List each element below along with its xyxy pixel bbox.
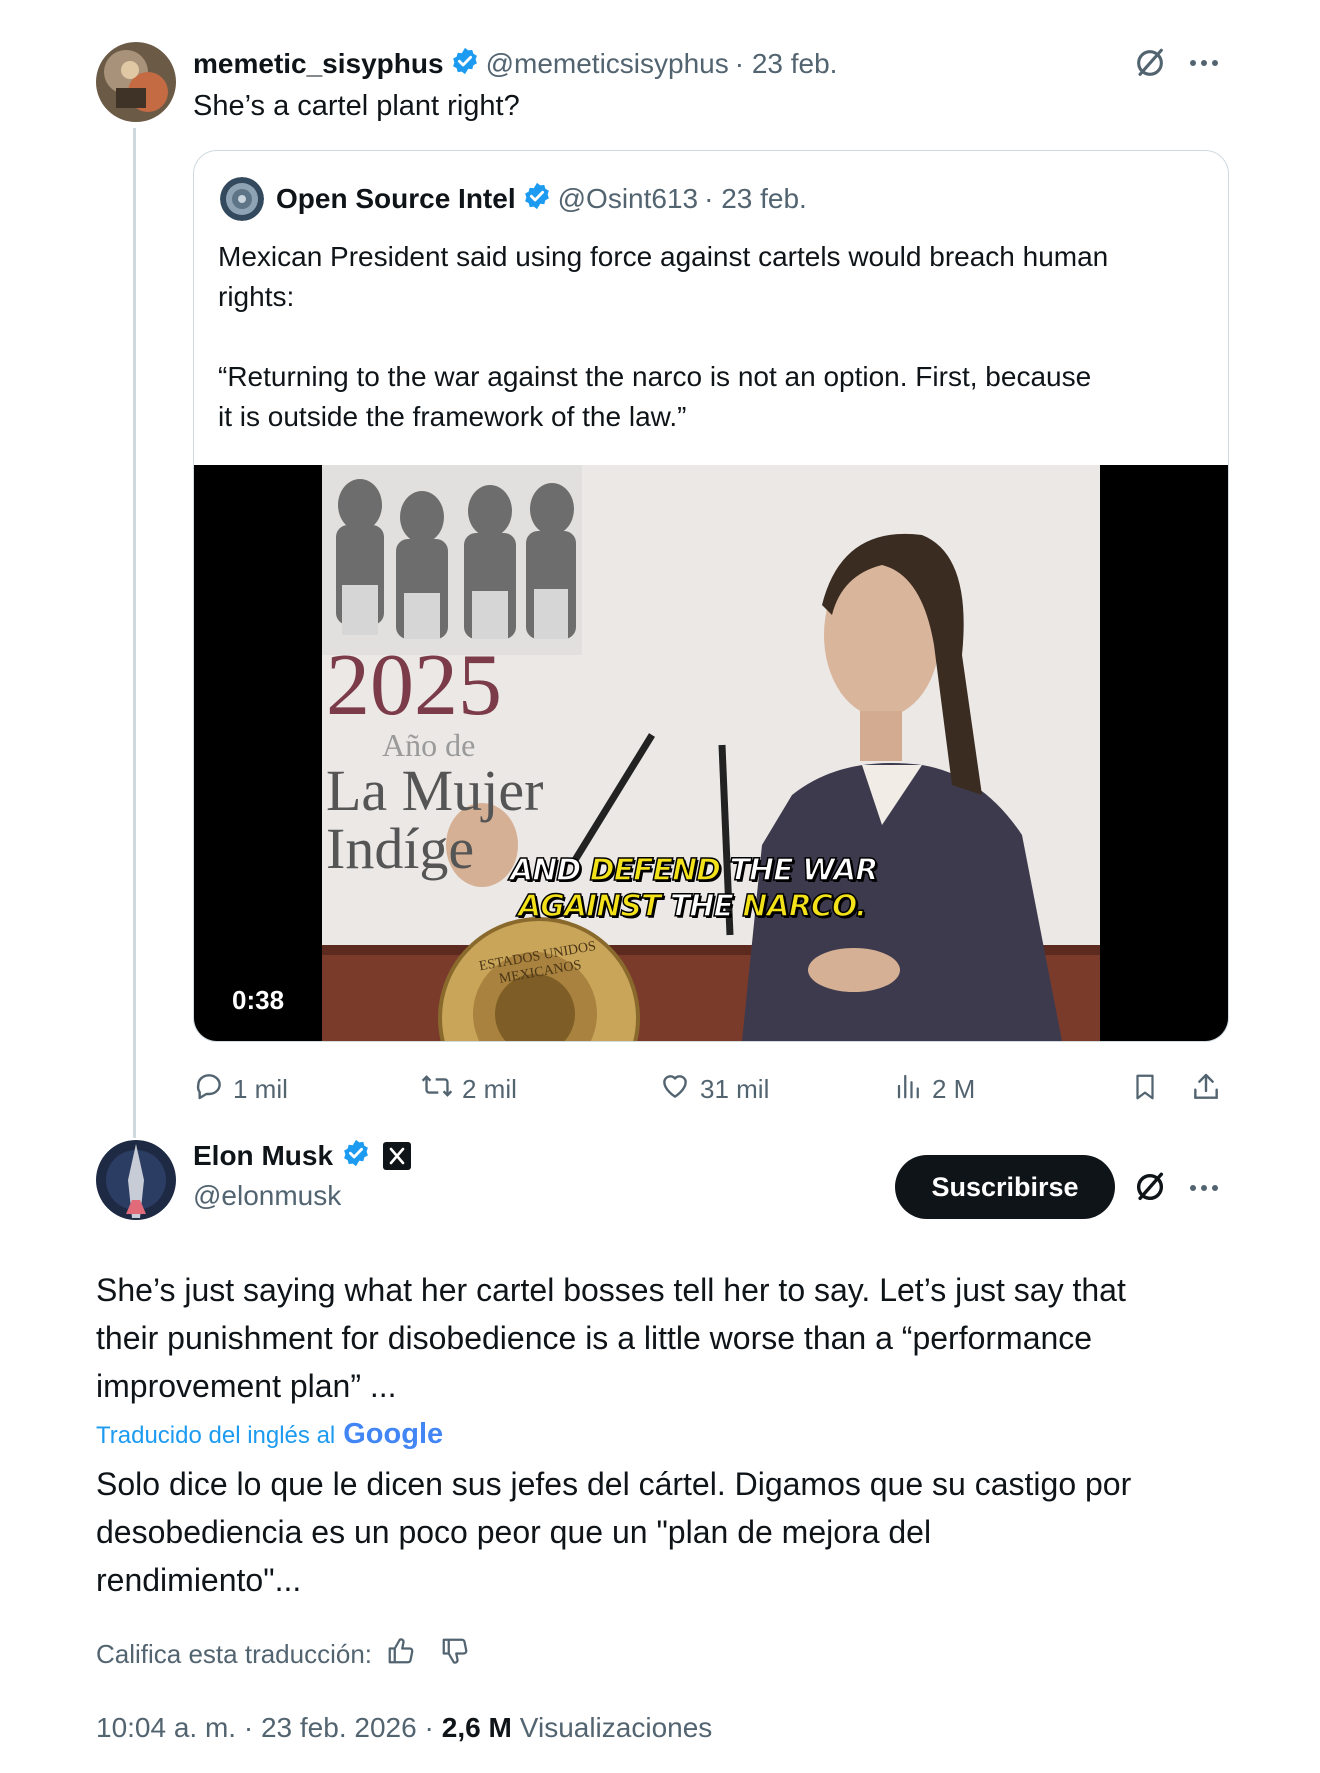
tweet1-text: She’s a cartel plant right? — [193, 90, 520, 122]
tweet2-views-count: 2,6 M — [441, 1712, 512, 1743]
reply-button[interactable]: 1 mil — [193, 1070, 288, 1109]
tweet2-text-line: She’s just saying what her cartel bosses… — [96, 1272, 1126, 1308]
bookmark-icon[interactable] — [1130, 1071, 1160, 1108]
grok-icon[interactable] — [1133, 1170, 1167, 1209]
rate-translation-label: Califica esta traducción: — [96, 1639, 373, 1669]
verified-badge-icon — [341, 1138, 371, 1175]
avatar-memetic-sisyphus[interactable] — [96, 42, 176, 122]
quote-display-name[interactable]: Open Source Intel — [276, 183, 516, 215]
podium-seal: ESTADOS UNIDOS MEXICANOS — [438, 917, 640, 1041]
translated-label: Traducido del inglés al — [96, 1422, 336, 1449]
quoted-tweet-card[interactable]: Open Source Intel @Osint613 · 23 feb. Me… — [193, 150, 1229, 1042]
repost-count: 2 mil — [462, 1074, 517, 1104]
grok-icon[interactable] — [1133, 46, 1167, 85]
views-button[interactable]: 2 M — [894, 1070, 975, 1109]
quote-text-line: Mexican President said using force again… — [218, 241, 1109, 272]
reply-icon — [193, 1070, 225, 1109]
google-logo: Google — [343, 1418, 444, 1450]
reply-count: 1 mil — [233, 1074, 288, 1104]
tweet1-handle[interactable]: @memeticsisyphus — [486, 48, 729, 80]
tweet2-handle[interactable]: @elonmusk — [193, 1180, 341, 1212]
quote-text-line: rights: — [218, 281, 295, 312]
subscribe-button[interactable]: Suscribirse — [895, 1155, 1115, 1219]
backdrop-line3: Indíge — [326, 816, 475, 881]
tweet2-meta: 10:04 a. m. · 23 feb. 2026 · 2,6 M Visua… — [96, 1712, 712, 1744]
translation-text: Solo dice lo que le dicen sus jefes del … — [96, 1460, 1246, 1604]
quote-text-line: it is outside the framework of the law.” — [218, 401, 687, 432]
tweet2-header: Elon Musk — [193, 1136, 412, 1176]
like-icon — [658, 1070, 692, 1109]
thread-line — [133, 128, 136, 1138]
verified-badge-icon — [522, 181, 552, 218]
video-duration: 0:38 — [232, 985, 285, 1015]
views-count: 2 M — [932, 1074, 976, 1104]
video-subtitle-line2: AGAINST THE NARCO. — [517, 888, 868, 925]
translation-text-line: desobediencia es un poco peor que un "pl… — [96, 1514, 932, 1550]
like-button[interactable]: 31 mil — [658, 1070, 769, 1109]
tweet1-display-name[interactable]: memetic_sisyphus — [193, 48, 444, 80]
quote-handle[interactable]: @Osint613 — [558, 183, 699, 215]
backdrop-year: 2025 — [326, 637, 502, 734]
tweet2-display-name[interactable]: Elon Musk — [193, 1140, 333, 1172]
repost-icon — [420, 1070, 454, 1109]
quote-header: Open Source Intel @Osint613 · 23 feb. — [276, 179, 807, 219]
quote-date[interactable]: · 23 feb. — [704, 183, 807, 215]
share-icon[interactable] — [1190, 1070, 1222, 1109]
thumb-up-icon[interactable] — [386, 1636, 416, 1673]
tweet1-header: memetic_sisyphus @memeticsisyphus · 23 f… — [193, 44, 837, 84]
video-subtitle-line1: AND DEFEND THE WAR — [509, 852, 879, 889]
tweet2-timestamp[interactable]: 10:04 a. m. · 23 feb. 2026 · — [96, 1712, 434, 1744]
tweet2-text-line: improvement plan” ... — [96, 1368, 397, 1404]
tweet1-date[interactable]: · 23 feb. — [735, 48, 838, 80]
translation-text-line: Solo dice lo que le dicen sus jefes del … — [96, 1466, 1132, 1502]
quote-text-line: “Returning to the war against the narco … — [218, 361, 1092, 392]
repost-button[interactable]: 2 mil — [420, 1070, 517, 1109]
translated-by-label[interactable]: Traducido del inglés al Google — [96, 1418, 443, 1451]
video-player[interactable]: 2025 Año de La Mujer Indíge ESTADOS UNID… — [194, 465, 1228, 1041]
avatar-open-source-intel[interactable] — [220, 177, 264, 221]
tweet2-views-label: Visualizaciones — [519, 1712, 713, 1743]
more-icon[interactable] — [1188, 1181, 1220, 1199]
like-count: 31 mil — [700, 1074, 770, 1104]
tweet2-text: She’s just saying what her cartel bosses… — [96, 1266, 1246, 1410]
avatar-elon-musk[interactable] — [96, 1140, 176, 1220]
verified-badge-icon — [450, 46, 480, 83]
views-icon — [894, 1070, 924, 1109]
backdrop-line2: La Mujer — [326, 758, 544, 823]
thumb-down-icon[interactable] — [440, 1636, 470, 1673]
more-icon[interactable] — [1188, 56, 1220, 74]
x-affiliate-icon[interactable] — [383, 1142, 412, 1170]
video-frame: 2025 Año de La Mujer Indíge ESTADOS UNID… — [322, 465, 1100, 1041]
quote-text: Mexican President said using force again… — [218, 237, 1108, 437]
translation-text-line: rendimiento"... — [96, 1562, 302, 1598]
rate-translation: Califica esta traducción: — [96, 1636, 470, 1673]
tweet2-text-line: their punishment for disobedience is a l… — [96, 1320, 1093, 1356]
